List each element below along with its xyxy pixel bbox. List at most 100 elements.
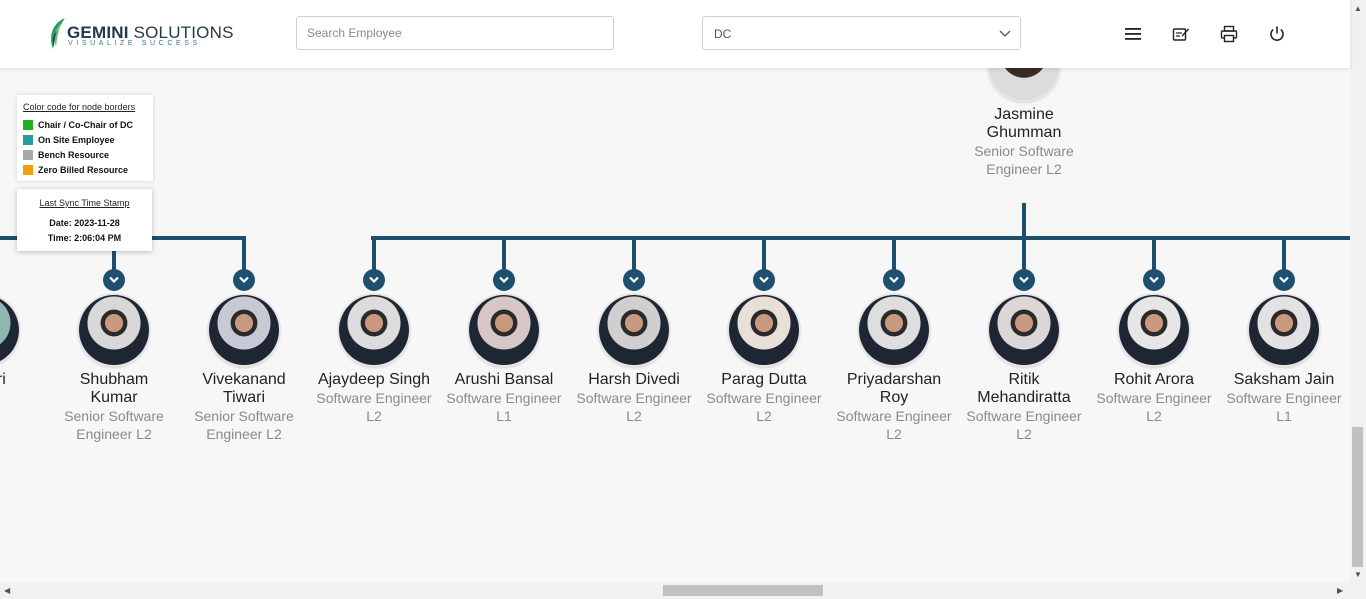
employee-title: Software Engineer <box>706 390 822 406</box>
leaf-logo-icon <box>51 18 65 49</box>
employee-title: L2 <box>0 407 49 425</box>
logout-button[interactable] <box>1266 23 1288 45</box>
print-button[interactable] <box>1218 23 1240 45</box>
employee-title: L1 <box>1276 408 1292 424</box>
expand-node-button[interactable] <box>1143 269 1165 291</box>
employee-title: L2 <box>1016 426 1032 442</box>
expand-node-button[interactable] <box>493 269 515 291</box>
print-icon <box>1220 25 1238 43</box>
edit-note-icon <box>1172 28 1189 41</box>
employee-title: Software Engineer <box>576 390 692 406</box>
expand-node-button[interactable] <box>1013 269 1035 291</box>
employee-title: Senior Software <box>194 408 294 424</box>
color-legend: Color code for node borders Chair / Co-C… <box>17 95 153 181</box>
avatar[interactable] <box>729 295 799 365</box>
chevron-down-icon <box>889 276 899 284</box>
avatar[interactable] <box>339 295 409 365</box>
avatar[interactable] <box>989 295 1059 365</box>
legend-swatch <box>23 135 33 145</box>
employee-name: Roy <box>879 389 909 406</box>
avatar[interactable] <box>1119 295 1189 365</box>
edit-notes-button[interactable] <box>1170 23 1192 45</box>
search-employee-input[interactable] <box>296 16 614 50</box>
employee-title: Engineer L2 <box>986 161 1062 177</box>
app-header: GEMINI SOLUTIONS VISUALIZE SUCCESS DC <box>0 0 1350 68</box>
legend-item-label: Zero Billed Resource <box>38 165 129 175</box>
legend-item-label: On Site Employee <box>38 135 115 145</box>
scroll-right-arrow-icon[interactable]: ▶ <box>1337 586 1343 595</box>
employee-title: L2 <box>626 408 642 424</box>
employee-title: Software Engineer <box>966 408 1082 424</box>
employee-node[interactable]: Priyadarshan Roy Software Engineer L2 <box>829 371 959 443</box>
employee-node-parent[interactable]: Jasmine Ghumman Senior Software Engineer L2 <box>959 106 1089 178</box>
employee-title: Software Engineer <box>446 390 562 406</box>
expand-node-button[interactable] <box>623 269 645 291</box>
employee-name: Vivekanand <box>202 371 286 388</box>
legend-swatch <box>23 120 33 130</box>
employee-node[interactable]: Vivekanand Tiwari Senior Software Engineer … <box>179 371 309 443</box>
expand-node-button[interactable] <box>1273 269 1295 291</box>
employee-node[interactable]: Harsh Divedi Software Engineer L2 <box>569 371 699 425</box>
expand-node-button[interactable] <box>883 269 905 291</box>
scroll-left-arrow-icon[interactable]: ◀ <box>4 586 10 595</box>
chevron-down-icon <box>499 276 509 284</box>
employee-name: Parag Dutta <box>721 371 807 388</box>
employee-name: Ghumman <box>986 124 1062 141</box>
employee-name: Ajaydeep Singh <box>317 371 431 388</box>
employee-name: Saksham Jain <box>1233 371 1335 388</box>
avatar[interactable] <box>1249 295 1319 365</box>
avatar[interactable] <box>859 295 929 365</box>
avatar[interactable] <box>469 295 539 365</box>
employee-name: Rohit Arora <box>1113 371 1195 388</box>
employee-title: Senior Software <box>974 143 1074 159</box>
employee-node[interactable]: Shubham Kumar Senior Software Engineer L2 <box>49 371 179 443</box>
chevron-down-icon <box>239 276 249 284</box>
scroll-down-arrow-icon[interactable]: ▼ <box>1354 570 1362 579</box>
company-logo[interactable]: GEMINI SOLUTIONS VISUALIZE SUCCESS <box>47 17 233 51</box>
department-select[interactable]: DC <box>702 16 1021 50</box>
employee-node[interactable]: Ritik Mehandiratta Software Engineer L2 <box>959 371 1089 443</box>
avatar[interactable] <box>79 295 149 365</box>
employee-title: L1 <box>496 408 512 424</box>
power-icon <box>1270 26 1284 41</box>
legend-title: Color code for node borders <box>23 102 136 112</box>
chevron-down-icon <box>629 276 639 284</box>
scroll-up-arrow-icon[interactable]: ▲ <box>1354 4 1362 13</box>
org-connector-lines <box>0 203 1350 270</box>
horizontal-scrollbar-thumb[interactable] <box>663 585 823 596</box>
employee-node[interactable]: Parag Dutta Software Engineer L2 <box>699 371 829 425</box>
employee-title: L2 <box>1146 408 1162 424</box>
legend-item-label: Chair / Co-Chair of DC <box>38 120 134 130</box>
menu-button[interactable] <box>1122 23 1144 45</box>
avatar[interactable] <box>599 295 669 365</box>
chevron-down-icon <box>999 30 1011 37</box>
employee-node[interactable]: Saksham Jain Software Engineer L1 <box>1219 371 1349 425</box>
sync-time: Time: 2:06:04 PM <box>47 233 122 243</box>
avatar[interactable] <box>209 295 279 365</box>
legend-item-zero-billed: Zero Billed Resource <box>23 164 128 176</box>
employee-name: nsheri <box>0 371 6 388</box>
employee-node[interactable]: nsheriwareL2 <box>0 371 49 425</box>
employee-title: Senior Software <box>64 408 164 424</box>
sync-title: Last Sync Time Stamp <box>39 198 130 208</box>
chevron-down-icon <box>109 276 119 284</box>
expand-node-button[interactable] <box>103 269 125 291</box>
employee-node[interactable]: Arushi Bansal Software Engineer L1 <box>439 371 569 425</box>
legend-swatch <box>23 150 33 160</box>
employee-name: Harsh Divedi <box>588 371 680 388</box>
expand-node-button[interactable] <box>363 269 385 291</box>
chevron-down-icon <box>759 276 769 284</box>
employee-title: Engineer L2 <box>206 426 282 442</box>
employee-title: Software Engineer <box>836 408 952 424</box>
expand-node-button[interactable] <box>753 269 775 291</box>
employee-name: Arushi Bansal <box>454 371 554 388</box>
employee-title: L2 <box>886 426 902 442</box>
employee-title: ware <box>0 389 49 407</box>
employee-name: Jasmine <box>994 106 1054 123</box>
employee-node[interactable]: Ajaydeep Singh Software Engineer L2 <box>309 371 439 425</box>
expand-node-button[interactable] <box>233 269 255 291</box>
employee-node[interactable]: Rohit Arora Software Engineer L2 <box>1089 371 1219 425</box>
employee-name: Tiwari <box>222 389 266 406</box>
employee-title: L2 <box>366 408 382 424</box>
vertical-scrollbar-thumb[interactable] <box>1352 427 1363 567</box>
